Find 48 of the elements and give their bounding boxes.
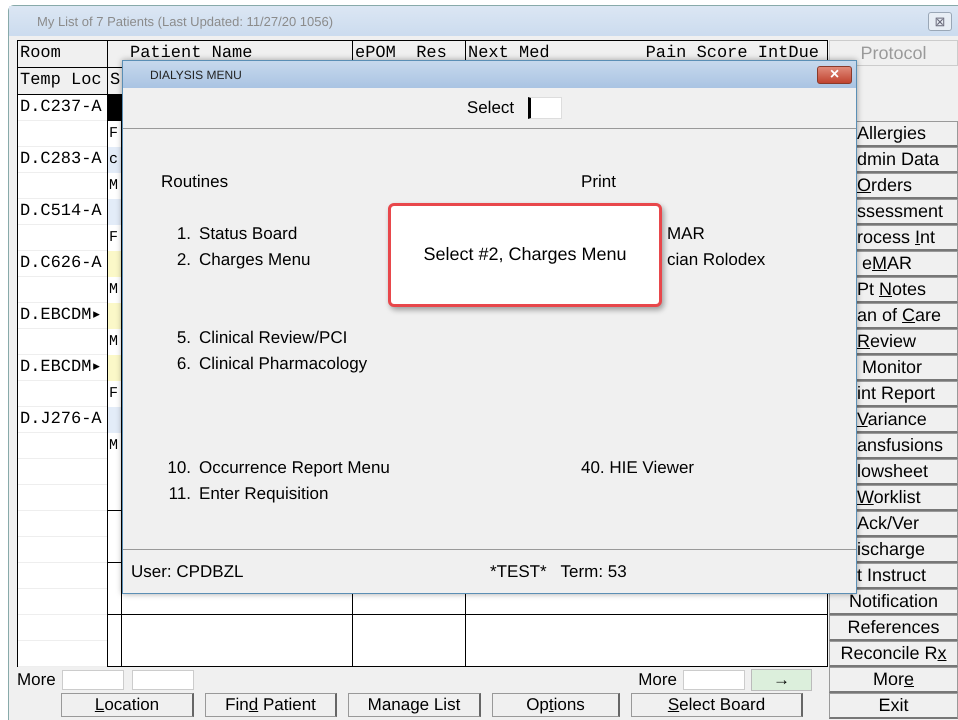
menu-item[interactable]: 10. Occurrence Report Menu	[161, 455, 390, 481]
more-label: More	[638, 670, 677, 690]
menu-item[interactable]: MAR	[667, 221, 705, 247]
menu-item[interactable]: 40. HIE Viewer	[581, 455, 694, 481]
user-text: User: CPDBZL	[131, 562, 244, 582]
menu-item[interactable]: 1. Status Board	[161, 221, 298, 247]
section-heading: Routines	[161, 171, 230, 193]
more-field[interactable]	[132, 670, 194, 690]
column-header: Room	[18, 41, 108, 67]
toolbar-button[interactable]: Select Board	[631, 693, 803, 717]
room-cell: D.C514-A	[18, 199, 107, 225]
menu-item[interactable]: 2. Charges Menu	[161, 247, 311, 273]
next-button[interactable]: →	[751, 669, 812, 691]
section-heading: Print	[581, 171, 617, 193]
status-cell: c	[108, 147, 121, 173]
column-header: Next Med	[468, 43, 550, 65]
toolbar-button[interactable]: Find Patient	[205, 693, 337, 717]
column-header: S	[110, 71, 120, 90]
more-field[interactable]	[683, 670, 745, 690]
side-button[interactable]: Exit	[829, 693, 958, 719]
dialog-title: DIALYSIS MENU	[150, 68, 242, 82]
select-label: Select	[466, 98, 514, 118]
menu-item[interactable]: 11. Enter Requisition	[161, 481, 328, 507]
close-button[interactable]: ⊠	[928, 12, 952, 30]
room-cell: D.EBCDM▸	[18, 303, 107, 329]
more-label: More	[17, 670, 56, 690]
side-button[interactable]: Reconcile Rx	[829, 641, 958, 667]
side-button[interactable]: More	[829, 667, 958, 693]
menu-item[interactable]: 6. Clinical Pharmacology	[161, 351, 368, 377]
menu-item[interactable]: 5. Clinical Review/PCI	[161, 325, 348, 351]
room-cell: D.C626-A	[18, 251, 107, 277]
room-cell: D.EBCDM▸	[18, 355, 107, 381]
select-field[interactable]	[528, 97, 562, 119]
menu-item[interactable]: cian Rolodex	[667, 247, 766, 273]
toolbar-button[interactable]: Manage List	[348, 693, 481, 717]
window-title: My List of 7 Patients (Last Updated: 11/27/20 1056)	[37, 14, 334, 28]
side-button[interactable]: References	[829, 615, 958, 641]
more-field[interactable]	[62, 670, 124, 690]
terminal-text: *TEST* Term: 53	[490, 562, 627, 582]
room-cell: D.C283-A	[18, 147, 107, 173]
room-cell: D.C237-A	[18, 95, 107, 121]
side-button[interactable]: Notification	[829, 589, 958, 615]
column-header: Temp Loc	[18, 68, 108, 94]
room-cell: D.J276-A	[18, 407, 107, 433]
column-header: Pain Score IntDue	[646, 43, 819, 65]
toolbar-button[interactable]: Options	[492, 693, 620, 717]
callout-text: Select #2, Charges Menu	[423, 244, 627, 265]
toolbar-button[interactable]: Location	[61, 693, 194, 717]
